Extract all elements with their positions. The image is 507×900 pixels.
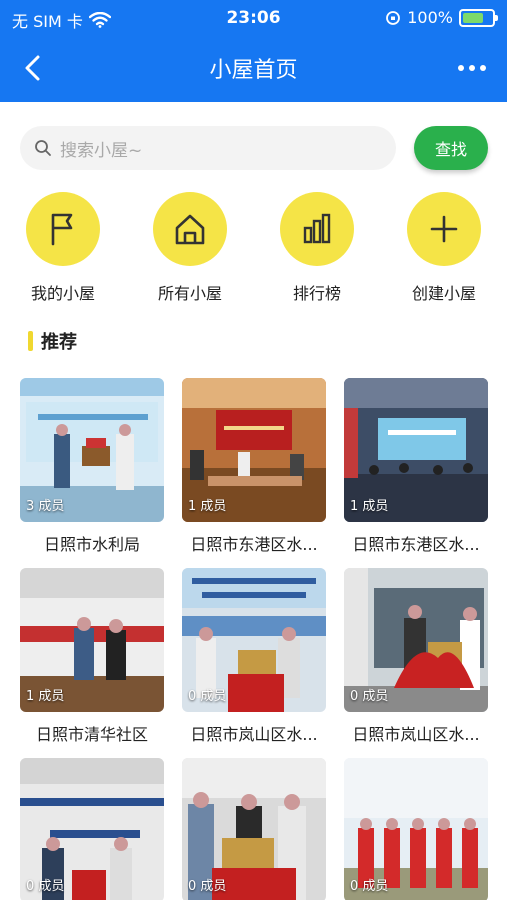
member-count: 3 成员: [26, 499, 65, 514]
bar-chart-icon: [303, 213, 331, 244]
quick-action-my-house[interactable]: 我的小屋: [13, 192, 113, 304]
search-placeholder: 搜索小屋~: [60, 140, 143, 161]
section-header: 推荐: [28, 328, 77, 354]
member-count: 0 成员: [26, 879, 65, 894]
flag-icon: [51, 213, 73, 246]
house-name: 日照市岚山区水...: [352, 725, 480, 744]
quick-action-label: 创建小屋: [411, 284, 476, 303]
house-card[interactable]: 0 成员: [20, 758, 164, 900]
house-name: 日照市岚山区水...: [190, 725, 318, 744]
house-card[interactable]: 3 成员 日照市水利局: [20, 378, 164, 555]
member-count: 1 成员: [188, 499, 227, 514]
house-photo: 0 成员: [182, 758, 326, 900]
house-card[interactable]: 1 成员 日照市清华社区: [20, 568, 164, 745]
search-button[interactable]: 查找: [414, 126, 488, 170]
quick-action-create-house[interactable]: 创建小屋: [394, 192, 494, 304]
quick-action-label: 我的小屋: [30, 284, 95, 303]
house-photo: 0 成员: [182, 568, 326, 712]
house-card[interactable]: 1 成员 日照市东港区水...: [344, 378, 488, 555]
search-row: 搜索小屋~ 查找: [20, 126, 488, 170]
quick-actions: 我的小屋 所有小屋 排行榜 创建小屋: [0, 192, 507, 312]
member-count: 0 成员: [188, 689, 227, 704]
house-photo: 1 成员: [344, 378, 488, 522]
quick-action-label: 所有小屋: [157, 284, 222, 303]
page-title: 小屋首页: [209, 58, 298, 83]
house-name: 日照市东港区水...: [190, 535, 318, 554]
battery-percent: 100%: [407, 8, 453, 27]
house-photo: 0 成员: [344, 758, 488, 900]
house-name: 日照市清华社区: [35, 725, 148, 744]
status-bar: 无 SIM 卡 23:06 100%: [0, 0, 507, 34]
home-icon: [175, 214, 205, 245]
member-count: 0 成员: [350, 879, 389, 894]
status-right: 100%: [385, 8, 498, 27]
section-title: 推荐: [41, 332, 77, 353]
orientation-lock-icon: [386, 10, 401, 25]
house-name: 日照市东港区水...: [352, 535, 480, 554]
plus-icon: [430, 215, 458, 243]
house-card[interactable]: 0 成员: [182, 758, 326, 900]
house-photo: 0 成员: [344, 568, 488, 712]
search-input[interactable]: 搜索小屋~: [20, 126, 396, 170]
more-options-icon[interactable]: [455, 56, 489, 80]
house-card[interactable]: 0 成员: [344, 758, 488, 900]
section-accent-bar: [28, 331, 33, 351]
house-photo: 0 成员: [20, 758, 164, 900]
battery-icon: [459, 8, 498, 27]
member-count: 0 成员: [350, 689, 389, 704]
app-header: 无 SIM 卡 23:06 100% 小屋首页: [0, 0, 507, 102]
quick-action-ranking[interactable]: 排行榜: [267, 192, 367, 304]
house-photo: 1 成员: [20, 568, 164, 712]
house-photo: 1 成员: [182, 378, 326, 522]
member-count: 0 成员: [188, 879, 227, 894]
nav-bar: 小屋首页: [0, 34, 507, 102]
quick-action-all-houses[interactable]: 所有小屋: [140, 192, 240, 304]
member-count: 1 成员: [26, 689, 65, 704]
house-card[interactable]: 1 成员 日照市东港区水...: [182, 378, 326, 555]
member-count: 1 成员: [350, 499, 389, 514]
search-icon: [35, 140, 51, 156]
quick-action-label: 排行榜: [292, 284, 341, 303]
house-card[interactable]: 0 成员 日照市岚山区水...: [344, 568, 488, 745]
house-name: 日照市水利局: [43, 535, 140, 554]
house-card[interactable]: 0 成员 日照市岚山区水...: [182, 568, 326, 745]
house-photo: 3 成员: [20, 378, 164, 522]
